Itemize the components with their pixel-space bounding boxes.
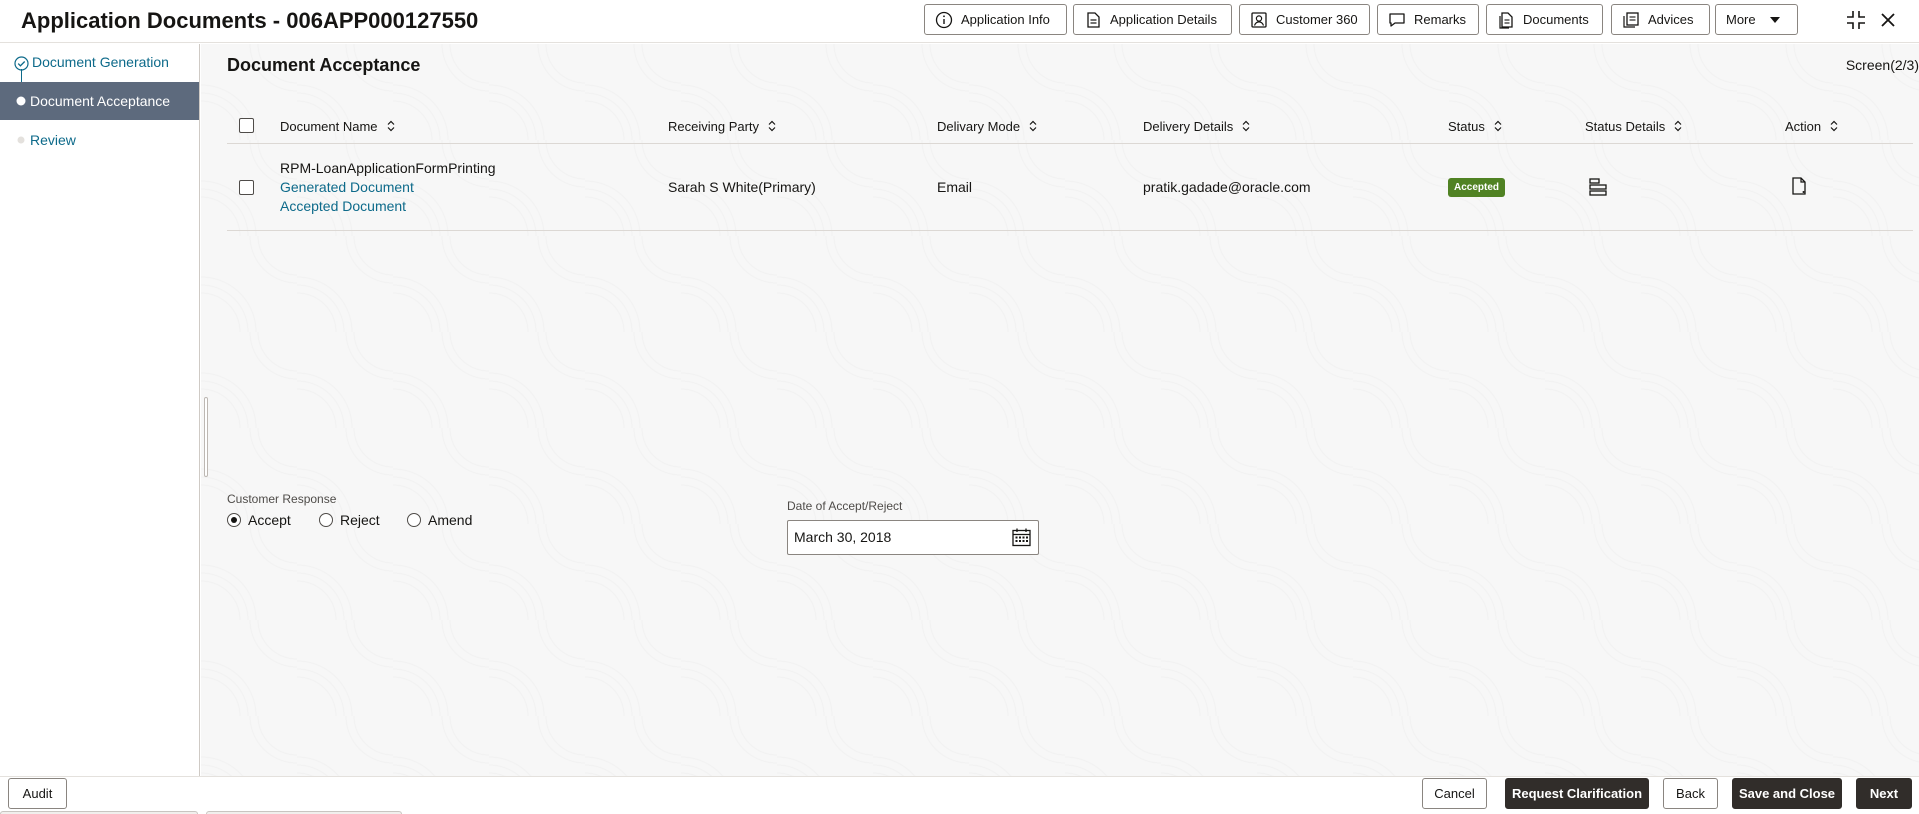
status-details-icon[interactable]	[1587, 176, 1609, 198]
info-circle-icon	[935, 11, 953, 28]
step-review[interactable]: Review	[0, 122, 199, 158]
customer-360-button[interactable]: Customer 360	[1239, 4, 1370, 35]
sort-icon	[1242, 120, 1250, 132]
remarks-button[interactable]: Remarks	[1377, 4, 1479, 35]
row-checkbox[interactable]	[239, 180, 254, 195]
date-accept-reject-field[interactable]	[787, 520, 1039, 555]
radio-label: Accept	[248, 512, 291, 528]
customer-response-label: Customer Response	[227, 492, 337, 506]
step-label: Document Acceptance	[30, 93, 171, 109]
application-info-label: Application Info	[961, 12, 1050, 27]
document-name: RPM-LoanApplicationFormPrinting	[280, 160, 496, 176]
sort-icon	[768, 120, 776, 132]
close-icon[interactable]	[1876, 8, 1900, 32]
delivery-details: pratik.gadade@oracle.com	[1143, 179, 1311, 195]
column-label: Delivery Details	[1143, 118, 1234, 134]
save-and-close-button[interactable]: Save and Close	[1732, 778, 1842, 809]
column-header-delivery-mode[interactable]: Delivary Mode	[937, 108, 1038, 144]
radio-label: Reject	[340, 512, 380, 528]
column-header-receiving-party[interactable]: Receiving Party	[668, 108, 777, 144]
column-header-document-name[interactable]: Document Name	[280, 108, 396, 144]
accepted-document-link[interactable]: Accepted Document	[280, 198, 406, 214]
radio-label: Amend	[428, 512, 473, 528]
active-step-dot-icon	[16, 96, 26, 106]
app-header: Application Documents - 006APP000127550 …	[0, 0, 1919, 43]
radio-reject[interactable]: Reject	[319, 512, 380, 528]
main-content: Document Acceptance Screen(2/3) Document…	[201, 44, 1919, 776]
radio-unselected-icon	[319, 513, 333, 527]
sort-icon	[1494, 120, 1502, 132]
sort-icon	[1830, 120, 1838, 132]
column-header-action[interactable]: Action	[1785, 108, 1839, 144]
cancel-button[interactable]: Cancel	[1422, 778, 1487, 809]
footer-bar: Audit Cancel Request Clarification Back …	[0, 776, 1919, 814]
delivery-mode: Email	[937, 179, 973, 195]
step-document-generation[interactable]: Document Generation	[0, 44, 199, 80]
column-label: Document Name	[280, 118, 378, 134]
documents-button[interactable]: Documents	[1486, 4, 1603, 35]
radio-accept[interactable]: Accept	[227, 512, 291, 528]
column-label: Status Details	[1585, 118, 1666, 134]
collapse-icon[interactable]	[1844, 8, 1868, 32]
customer-card-icon	[1251, 11, 1267, 28]
sort-icon	[387, 120, 394, 132]
table-header: Document Name Receiving Party Delivary M…	[227, 108, 1913, 144]
section-title: Document Acceptance	[227, 55, 421, 75]
audit-button[interactable]: Audit	[8, 778, 67, 809]
radio-unselected-icon	[407, 513, 421, 527]
more-label: More	[1726, 12, 1756, 27]
documents-icon	[1499, 11, 1513, 29]
application-info-button[interactable]: Application Info	[924, 4, 1067, 35]
step-label: Document Generation	[32, 54, 169, 70]
date-input[interactable]	[794, 529, 994, 545]
column-label: Action	[1785, 118, 1822, 134]
radio-selected-icon	[227, 513, 241, 527]
next-button[interactable]: Next	[1856, 778, 1912, 809]
column-label: Receiving Party	[668, 118, 760, 134]
screen-indicator: Screen(2/3)	[1845, 57, 1919, 73]
more-button[interactable]: More	[1715, 4, 1798, 35]
advices-icon	[1623, 11, 1639, 28]
receiving-party: Sarah S White(Primary)	[668, 179, 816, 195]
generated-document-link[interactable]: Generated Document	[280, 179, 414, 195]
caret-down-icon	[1769, 16, 1780, 23]
view-document-icon[interactable]	[1788, 175, 1810, 197]
application-details-button[interactable]: Application Details	[1073, 4, 1232, 35]
customer-360-label: Customer 360	[1276, 12, 1358, 27]
speech-bubble-icon	[1389, 12, 1405, 27]
back-button[interactable]: Back	[1663, 778, 1718, 809]
calendar-icon[interactable]	[1011, 527, 1032, 548]
column-header-status[interactable]: Status	[1448, 108, 1503, 144]
advices-label: Advices	[1648, 12, 1694, 27]
train-stop-sidebar: Document Generation Document Acceptance …	[0, 44, 200, 776]
status-badge: Accepted	[1448, 178, 1506, 197]
remarks-label: Remarks	[1414, 12, 1467, 27]
column-header-delivery-details[interactable]: Delivery Details	[1143, 108, 1251, 144]
sidebar-resize-handle[interactable]	[204, 397, 208, 477]
select-all-checkbox[interactable]	[239, 118, 254, 133]
sort-icon	[1029, 120, 1037, 132]
step-label: Review	[30, 132, 76, 148]
table-row: RPM-LoanApplicationFormPrinting Generate…	[227, 145, 1913, 231]
document-details-icon	[1087, 11, 1100, 28]
radio-amend[interactable]: Amend	[407, 512, 472, 528]
date-field-label: Date of Accept/Reject	[787, 499, 903, 513]
sort-icon	[1674, 120, 1682, 132]
advices-button[interactable]: Advices	[1611, 4, 1710, 35]
request-clarification-button[interactable]: Request Clarification	[1505, 778, 1649, 809]
column-label: Delivary Mode	[937, 118, 1021, 134]
column-label: Status	[1448, 118, 1485, 134]
step-document-acceptance[interactable]: Document Acceptance	[0, 82, 199, 120]
documents-label: Documents	[1523, 12, 1589, 27]
pending-step-dot-icon	[17, 136, 25, 144]
column-header-status-details[interactable]: Status Details	[1585, 108, 1683, 144]
page-title: Application Documents - 006APP000127550	[21, 8, 479, 33]
application-details-label: Application Details	[1110, 12, 1217, 27]
